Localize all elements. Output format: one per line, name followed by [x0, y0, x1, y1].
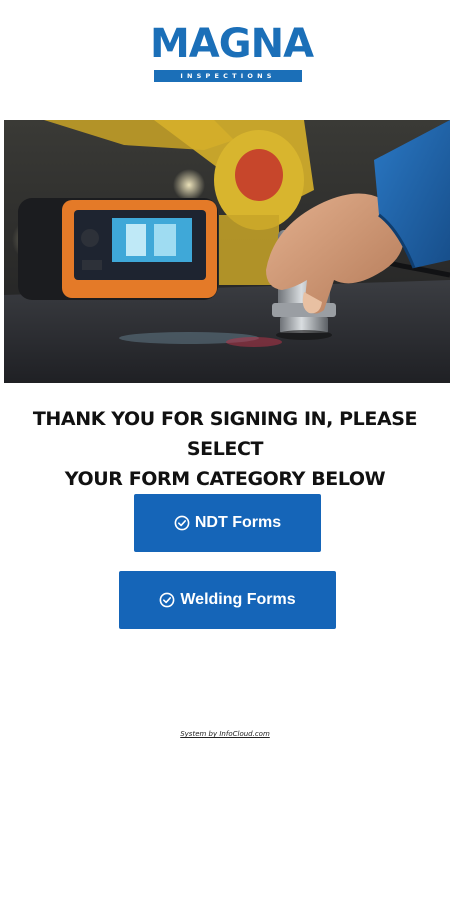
hero-image	[4, 120, 450, 383]
check-circle-icon	[159, 592, 175, 608]
heading-line-2: YOUR FORM CATEGORY BELOW	[64, 468, 386, 490]
welding-forms-label: Welding Forms	[180, 591, 296, 608]
logo-subtitle: INSPECTIONS	[154, 70, 302, 82]
hero-photo-illustration	[4, 120, 450, 383]
page: MAGNA INSPECTIONS THANK YOU FOR SIGNING …	[0, 0, 450, 900]
page-heading: THANK YOU FOR SIGNING IN, PLEASE SELECT …	[0, 404, 450, 494]
ndt-forms-label: NDT Forms	[194, 514, 282, 531]
magna-logo: MAGNA INSPECTIONS	[150, 21, 314, 84]
welding-forms-button[interactable]: Welding Forms	[119, 571, 336, 629]
ndt-forms-button[interactable]: NDT Forms	[134, 494, 321, 552]
heading-line-1: THANK YOU FOR SIGNING IN, PLEASE SELECT	[32, 408, 418, 460]
logo-wordmark: MAGNA	[150, 21, 314, 67]
check-circle-icon	[174, 515, 190, 531]
footer-credit-link[interactable]: System by InfoCloud.com	[0, 730, 450, 738]
